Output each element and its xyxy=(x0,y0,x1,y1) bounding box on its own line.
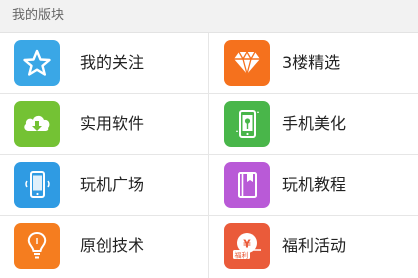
svg-text:¥: ¥ xyxy=(243,238,251,251)
tile-welfare-activity[interactable]: ¥ 福利 福利活动 xyxy=(209,216,418,278)
section-header: 我的版块 xyxy=(0,0,418,33)
lightbulb-icon xyxy=(14,223,60,269)
tile-label: 玩机广场 xyxy=(80,175,145,194)
tile-label: 我的关注 xyxy=(80,53,145,72)
tile-phone-plaza[interactable]: 玩机广场 xyxy=(0,155,209,216)
tile-label: 原创技术 xyxy=(80,236,145,255)
phone-flower-icon xyxy=(224,101,270,147)
tile-label: 玩机教程 xyxy=(282,175,347,194)
cloud-download-icon xyxy=(14,101,60,147)
tile-label: 实用软件 xyxy=(80,114,145,133)
star-icon xyxy=(14,40,60,86)
board-grid: 我的关注 3楼精选 实用软件 手机美化 玩机广场 玩机教程 原创技术 ¥ 福利 … xyxy=(0,33,418,278)
tile-phone-beautify[interactable]: 手机美化 xyxy=(209,94,418,155)
gift-coupon-icon: ¥ 福利 xyxy=(224,223,270,269)
section-title: 我的版块 xyxy=(12,8,65,23)
tile-phone-tutorial[interactable]: 玩机教程 xyxy=(209,155,418,216)
tile-label: 福利活动 xyxy=(282,236,347,255)
smartphone-icon xyxy=(14,162,60,208)
diamond-icon xyxy=(224,40,270,86)
book-icon xyxy=(224,162,270,208)
tile-featured[interactable]: 3楼精选 xyxy=(209,33,418,94)
svg-text:福利: 福利 xyxy=(235,251,249,260)
tile-my-follow[interactable]: 我的关注 xyxy=(0,33,209,94)
tile-label: 3楼精选 xyxy=(282,53,341,72)
tile-label: 手机美化 xyxy=(282,114,347,133)
tile-original-tech[interactable]: 原创技术 xyxy=(0,216,209,278)
tile-software[interactable]: 实用软件 xyxy=(0,94,209,155)
